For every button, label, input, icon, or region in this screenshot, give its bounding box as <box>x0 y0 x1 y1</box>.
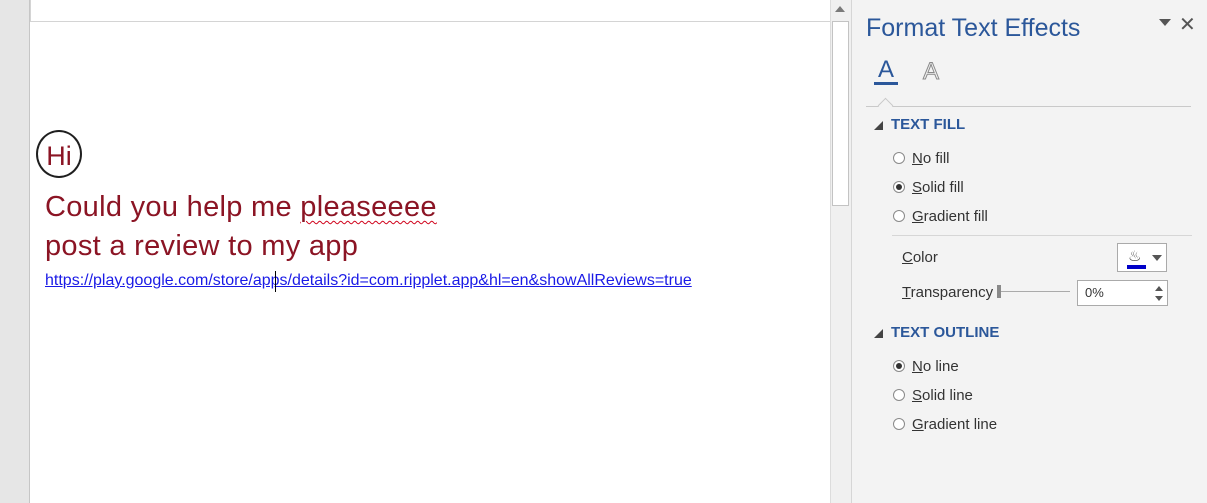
section-text-outline[interactable]: TEXT OUTLINE <box>874 324 999 341</box>
chevron-down-icon <box>1152 255 1162 261</box>
color-picker-button[interactable]: ♨ <box>1117 243 1167 272</box>
spin-up-icon[interactable] <box>1155 286 1163 291</box>
radio-button[interactable] <box>893 152 905 164</box>
transparency-slider-track[interactable] <box>999 291 1070 292</box>
body-line-1-text: Could you help me <box>45 191 301 223</box>
radio-button[interactable] <box>893 418 905 430</box>
header-boundary-line <box>30 21 830 22</box>
greeting-circle[interactable]: Hi <box>36 130 82 178</box>
document-scrollbar[interactable] <box>830 0 851 503</box>
tab-text-effects[interactable]: A <box>918 58 944 86</box>
section-text-fill-label: TEXT FILL <box>891 116 966 133</box>
text-cursor <box>275 271 276 292</box>
paint-bucket-icon: ♨ <box>1128 248 1142 265</box>
color-swatch <box>1127 265 1146 269</box>
pane-options-icon[interactable] <box>1159 19 1171 26</box>
radio-button[interactable] <box>893 210 905 222</box>
spin-down-icon[interactable] <box>1155 296 1163 301</box>
pane-title: Format Text Effects <box>866 14 1081 42</box>
store-link[interactable]: https://play.google.com/store/apps/detai… <box>45 272 692 290</box>
format-text-effects-pane: Format Text Effects ✕ A A TEXT FILL No f… <box>851 0 1207 503</box>
radio-gradient-line[interactable]: Gradient line <box>893 414 997 434</box>
radio-no-line[interactable]: No line <box>893 356 959 376</box>
text-effects-icon: A <box>922 58 939 86</box>
radio-solid-line[interactable]: Solid line <box>893 385 973 405</box>
collapse-triangle-icon <box>874 120 883 130</box>
tab-divider <box>866 106 1191 107</box>
left-gutter <box>0 0 30 503</box>
transparency-value[interactable]: 0% <box>1085 285 1104 300</box>
color-label: Color <box>902 249 938 266</box>
tab-text-fill-outline[interactable]: A <box>872 56 900 86</box>
scroll-up-icon[interactable] <box>835 6 845 12</box>
body-line-2[interactable]: post a review to my app <box>45 230 358 263</box>
transparency-spinner[interactable]: 0% <box>1077 280 1168 306</box>
greeting-text: Hi <box>46 141 72 171</box>
radio-button[interactable] <box>893 389 905 401</box>
text-fill-outline-icon: A <box>877 56 894 83</box>
tab-active-underline <box>874 82 898 85</box>
transparency-slider-thumb[interactable] <box>997 285 1001 298</box>
tab-pointer <box>877 97 894 114</box>
radio-button-selected[interactable] <box>893 181 905 193</box>
document-page[interactable]: Hi Could you help me pleaseeee post a re… <box>30 0 830 503</box>
section-text-outline-label: TEXT OUTLINE <box>891 324 1000 341</box>
collapse-triangle-icon <box>874 328 883 338</box>
radio-no-fill[interactable]: No fill <box>893 148 950 168</box>
misspelled-word[interactable]: pleaseeee <box>300 191 437 223</box>
close-icon[interactable]: ✕ <box>1179 12 1196 37</box>
section-text-fill[interactable]: TEXT FILL <box>874 116 965 133</box>
radio-button-selected[interactable] <box>893 360 905 372</box>
radio-solid-fill[interactable]: Solid fill <box>893 177 964 197</box>
transparency-label: Transparency <box>902 284 994 301</box>
header-boundary <box>30 0 31 22</box>
scroll-thumb[interactable] <box>832 21 849 206</box>
body-line-1[interactable]: Could you help me pleaseeee <box>45 191 437 224</box>
radio-gradient-fill[interactable]: Gradient fill <box>893 206 988 226</box>
section-divider <box>892 235 1192 236</box>
